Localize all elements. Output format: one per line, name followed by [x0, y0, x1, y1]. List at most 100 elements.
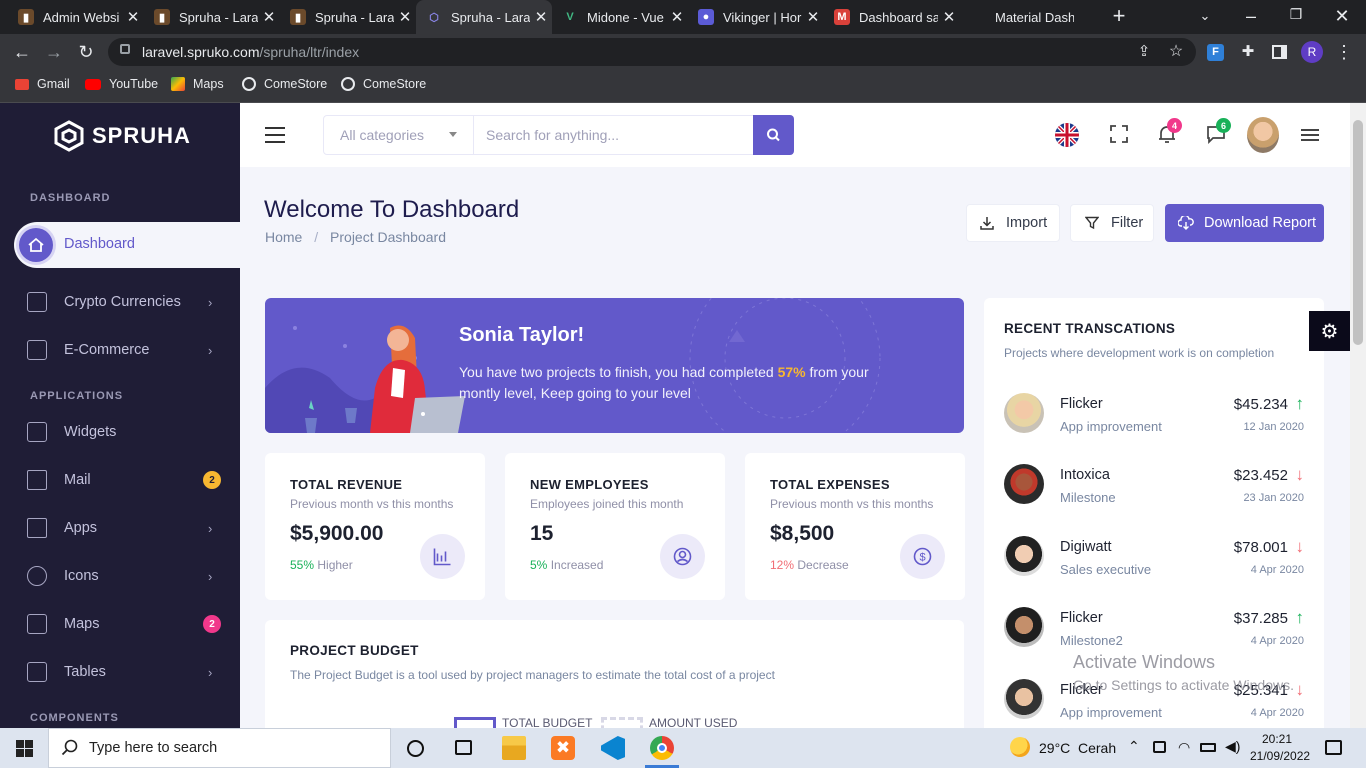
transaction-row[interactable]: Digiwatt Sales executive $78.001 ↓ 4 Apr 202… [984, 534, 1324, 594]
chrome-icon[interactable] [650, 736, 674, 760]
tab-close-icon[interactable]: ✕ [938, 8, 960, 26]
nav-item-maps[interactable]: Maps 2 [0, 604, 240, 644]
battery-icon[interactable] [1200, 743, 1216, 752]
breadcrumb-home[interactable]: Home [265, 229, 302, 245]
stat-card: TOTAL REVENUE Previous month vs this mont… [265, 453, 485, 600]
cortana-icon[interactable] [407, 740, 424, 757]
flag-uk-icon[interactable] [1055, 123, 1079, 147]
transaction-name: Flicker [1060, 396, 1103, 412]
windows-start-icon[interactable] [16, 740, 33, 757]
arrow-down-icon: ↓ [1295, 465, 1305, 484]
browser-tab[interactable]: Material Dash [960, 0, 1096, 34]
minimize-button[interactable]: – [1242, 6, 1260, 26]
browser-tab[interactable]: ▮ Spruha - Lara ✕ [280, 0, 416, 34]
sidebar-toggle-icon[interactable] [265, 127, 285, 143]
category-select[interactable]: All categories [323, 115, 474, 155]
nav-item-crypto-currencies[interactable]: Crypto Currencies › [0, 282, 240, 322]
weather-desc[interactable]: Cerah [1078, 740, 1116, 756]
nav-item-tables[interactable]: Tables › [0, 652, 240, 692]
nav-label: Mail [64, 472, 91, 488]
browser-tab[interactable]: M Dashboard sa ✕ [824, 0, 960, 34]
share-icon[interactable]: ⇪ [1134, 42, 1154, 62]
apps-icon [27, 518, 47, 538]
new-tab-button[interactable]: + [1108, 5, 1130, 27]
arrow-up-icon: ↑ [1295, 608, 1305, 627]
tab-close-icon[interactable]: ✕ [530, 8, 552, 26]
wifi-icon[interactable]: ◠ [1178, 739, 1190, 756]
search-button[interactable] [753, 115, 794, 155]
import-button[interactable]: Import [966, 204, 1060, 242]
transaction-row[interactable]: Intoxica Milestone $23.452 ↓ 23 Jan 2020 [984, 462, 1324, 522]
extension-icon[interactable]: F [1207, 44, 1224, 61]
avatar [1004, 393, 1044, 433]
nav-label: Widgets [64, 424, 117, 440]
browser-tab[interactable]: ⬡ Spruha - Lara ✕ [416, 0, 552, 34]
nav-item-widgets[interactable]: Widgets [0, 412, 240, 452]
extensions-puzzle-icon[interactable]: ✚ [1238, 42, 1258, 62]
tab-close-icon[interactable]: ✕ [258, 8, 280, 26]
nav-item-icons[interactable]: Icons › [0, 556, 240, 596]
vscode-icon[interactable] [601, 736, 625, 760]
taskbar-search[interactable]: Type here to search [48, 728, 391, 768]
maps-icon [171, 77, 185, 91]
browser-tab[interactable]: ● Vikinger | Hor ✕ [688, 0, 824, 34]
transaction-subtitle: Milestone2 [1060, 633, 1123, 648]
restore-button[interactable]: ❐ [1287, 4, 1305, 24]
clock-date[interactable]: 21/09/2022 [1250, 749, 1310, 763]
nav-label: Crypto Currencies [64, 294, 181, 310]
tab-close-icon[interactable]: ✕ [666, 8, 688, 26]
arrow-up-icon: ↑ [1295, 394, 1305, 413]
scrollbar-thumb[interactable] [1353, 120, 1363, 345]
brand-logo[interactable]: SPRUHA [54, 120, 191, 152]
volume-icon[interactable]: ◀) [1225, 738, 1240, 755]
filter-icon [1085, 216, 1099, 230]
task-view-icon[interactable] [455, 740, 472, 755]
transaction-row[interactable]: Flicker App improvement $45.234 ↑ 12 Jan 202… [984, 391, 1324, 451]
weather-temp[interactable]: 29°C [1039, 740, 1070, 756]
user-avatar[interactable] [1247, 117, 1279, 153]
download-report-button[interactable]: Download Report [1165, 204, 1324, 242]
tray-chevron-icon[interactable]: ⌃ [1128, 738, 1140, 755]
back-icon[interactable]: ← [12, 42, 32, 62]
nav-item-e-commerce[interactable]: E-Commerce › [0, 330, 240, 370]
browser-tab[interactable]: ▮ Spruha - Lara ✕ [144, 0, 280, 34]
transaction-date: 4 Apr 2020 [1250, 564, 1304, 576]
revenue-chart-icon [420, 534, 465, 579]
forward-icon[interactable]: → [44, 42, 64, 62]
weather-icon[interactable] [1010, 737, 1030, 757]
xampp-icon[interactable]: ✖ [551, 736, 575, 760]
browser-tab[interactable]: V Midone - Vue ✕ [552, 0, 688, 34]
bookmark-star-icon[interactable]: ☆ [1166, 42, 1186, 62]
url-field[interactable]: laravel.spruko.com/spruha/ltr/index [108, 38, 1196, 66]
windows-taskbar: Type here to search ✖ 29°C Cerah ⌃ ◠ ◀) … [0, 728, 1366, 768]
browser-menu-icon[interactable]: ⋮ [1335, 42, 1353, 62]
reload-icon[interactable]: ↻ [76, 42, 96, 62]
bookmark-maps[interactable]: Maps [171, 77, 224, 91]
close-window-button[interactable]: ✕ [1333, 6, 1351, 26]
clock-time[interactable]: 20:21 [1262, 732, 1292, 746]
transaction-subtitle: Sales executive [1060, 562, 1152, 577]
tab-close-icon[interactable]: ✕ [394, 8, 416, 26]
file-explorer-icon[interactable] [502, 736, 526, 760]
bookmark-gmail[interactable]: Gmail [15, 77, 70, 91]
transaction-amount: $23.452 [1233, 467, 1288, 484]
nav-item-apps[interactable]: Apps › [0, 508, 240, 548]
tray-device-icon[interactable] [1153, 741, 1166, 753]
fullscreen-icon[interactable] [1108, 123, 1130, 145]
right-menu-icon[interactable] [1301, 129, 1319, 141]
settings-gear-icon[interactable]: ⚙ [1309, 311, 1350, 351]
bookmark-comestore-1[interactable]: ComeStore [242, 77, 327, 91]
bookmark-youtube[interactable]: YouTube [85, 77, 158, 91]
tab-search-icon[interactable]: ⌄ [1196, 6, 1214, 26]
nav-item-mail[interactable]: Mail 2 [0, 460, 240, 500]
browser-tab[interactable]: ▮ Admin Websi ✕ [8, 0, 144, 34]
tab-close-icon[interactable]: ✕ [802, 8, 824, 26]
filter-button[interactable]: Filter [1070, 204, 1154, 242]
tab-close-icon[interactable]: ✕ [122, 8, 144, 26]
bookmark-comestore-2[interactable]: ComeStore [341, 77, 426, 91]
profile-avatar[interactable]: R [1301, 41, 1323, 63]
notification-center-icon[interactable] [1325, 740, 1342, 755]
side-panel-icon[interactable] [1272, 45, 1287, 59]
icons-icon [27, 566, 47, 586]
search-input[interactable]: Search for anything... [473, 115, 754, 155]
